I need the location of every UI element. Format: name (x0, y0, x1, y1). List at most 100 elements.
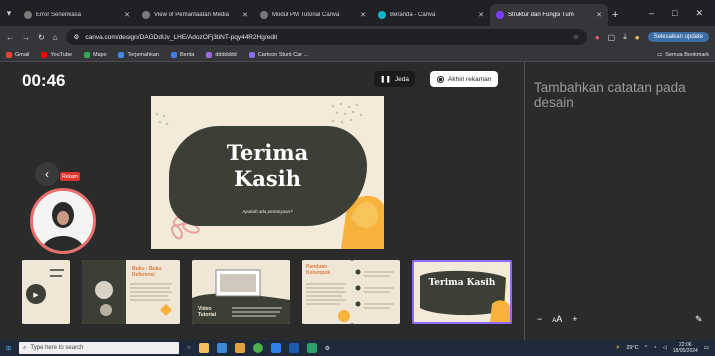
slide-title-line1: Terima (226, 140, 309, 165)
browser-tab-3[interactable]: Modul PM Tutorial Canva ✕ (254, 4, 372, 26)
tab-close-icon[interactable]: ✕ (478, 11, 484, 19)
weather-text: 29°C (626, 345, 639, 351)
word-icon[interactable] (288, 343, 299, 353)
stop-icon (437, 75, 444, 83)
bookmark-label: ddddddd (215, 51, 237, 58)
mail-icon[interactable] (234, 343, 245, 353)
bookmark-favicon-icon (248, 51, 255, 58)
camera-avatar (30, 188, 96, 254)
thumbnail-4-title: Panduan Kelompok (306, 264, 331, 276)
bookmark-6[interactable]: ddddddd (206, 51, 237, 58)
tab-title: View of Pemanfaatan Media (154, 12, 229, 18)
bookmark-5[interactable]: Berita (170, 51, 195, 58)
task-view-icon[interactable]: ○ (187, 345, 191, 351)
home-icon[interactable]: ⌂ (53, 33, 58, 42)
network-icon[interactable]: ◔ (653, 345, 656, 351)
browser-tab-4[interactable]: Beranda - Canva ✕ (372, 4, 490, 26)
close-window-icon[interactable]: ✕ (695, 8, 703, 19)
slide-thumbnails: ▶ Buku - Buku Referensi Video Tutorial P… (22, 260, 522, 324)
url-field[interactable]: ⚙ canva.com/design/DAGDdUv_LHE/AdozOFj3t… (65, 29, 587, 45)
zoom-out-button[interactable]: − (537, 314, 542, 324)
edge-icon[interactable] (270, 343, 281, 353)
download-icon[interactable]: ⤓ (623, 32, 627, 42)
extension-icon[interactable]: ● (595, 33, 600, 42)
tab-close-icon[interactable]: ✕ (124, 11, 130, 19)
browser-tab-5[interactable]: Struktur dan Fungsi Tum ✕ (490, 4, 608, 26)
bookmark-favicon-icon (41, 51, 48, 58)
tab-favicon-icon (378, 11, 386, 19)
tab-favicon-icon (260, 11, 268, 19)
tab-close-icon[interactable]: ✕ (360, 11, 366, 19)
clock[interactable]: 22:06 18/05/2024 (673, 342, 698, 354)
minimize-icon[interactable]: – (649, 8, 654, 18)
edit-notes-icon[interactable]: ✎ (695, 314, 709, 326)
tab-close-icon[interactable]: ✕ (596, 11, 602, 19)
zoom-in-button[interactable]: + (572, 314, 577, 324)
tab-title: Beranda - Canva (390, 12, 436, 18)
bookmark-label: Gmail (15, 51, 30, 58)
thumbnail-3[interactable]: Video Tutorial (192, 260, 290, 324)
svg-text:▶: ▶ (33, 291, 39, 299)
browser-tab-1[interactable]: Error Senenkasa ✕ (18, 4, 136, 26)
bookmark-favicon-icon (170, 51, 177, 58)
bookmark-1[interactable]: Gmail (6, 51, 30, 58)
notification-icon[interactable]: ▭ (704, 345, 709, 351)
tab-favicon-icon (496, 11, 504, 19)
tray-arrow-icon[interactable]: ^ (645, 345, 648, 351)
pause-icon: ❚❚ (380, 76, 391, 83)
profile-icon[interactable]: ● (635, 33, 640, 42)
bookmark-label: Maps (93, 51, 107, 58)
windows-start-icon[interactable]: ⊞ (6, 345, 11, 352)
thumbnail-1[interactable]: ▶ (22, 260, 70, 324)
thumbnail-6-selected[interactable]: Terima Kasih (412, 260, 512, 324)
end-recording-label: Akhiri rekaman (448, 75, 492, 83)
back-icon[interactable]: ← (6, 33, 14, 42)
text-size-icon: AA (552, 314, 563, 324)
bookmark-star-icon[interactable]: ☆ (573, 33, 579, 41)
pause-button[interactable]: ❚❚ Jeda (374, 71, 416, 87)
bookmark-4[interactable]: Terjemahkan (118, 51, 159, 58)
bookmark-7[interactable]: Cartoon Stunt Car ... (248, 51, 308, 58)
bookmark-favicon-icon (84, 51, 90, 58)
site-info-icon[interactable]: ⚙ (74, 33, 80, 41)
forward-icon[interactable]: → (22, 33, 30, 42)
notes-placeholder[interactable]: Tambahkan catatan pada desain (534, 80, 710, 110)
browser-tab-2[interactable]: View of Pemanfaatan Media ✕ (136, 4, 254, 26)
taskbar-search[interactable]: ⌕ Type here to search (19, 342, 180, 354)
volume-icon[interactable]: ◁ (663, 345, 667, 351)
notes-panel: Tambahkan catatan pada desain − AA + ✎ (524, 62, 715, 340)
reload-icon[interactable]: ↻ (38, 33, 45, 42)
recording-stage: 00:46 ❚❚ Jeda Akhiri rekaman Terima Kasi… (0, 62, 524, 340)
store-icon[interactable] (216, 343, 227, 353)
bookmark-3[interactable]: Maps (84, 51, 107, 58)
settings-icon[interactable]: ⚙ (325, 345, 330, 352)
all-bookmarks[interactable]: ▭ Semua Bookmark (657, 52, 709, 58)
chrome-icon[interactable] (252, 343, 263, 353)
collapse-camera-button[interactable]: ‹ (35, 162, 59, 186)
thumbnail-2[interactable]: Buku - Buku Referensi (82, 260, 180, 324)
bookmark-label: YouTube (50, 51, 72, 58)
end-recording-button[interactable]: Akhiri rekaman (430, 71, 499, 87)
bookmark-2[interactable]: YouTube (41, 51, 72, 58)
browser-tab-bar: ▾ Error Senenkasa ✕ View of Pemanfaatan Me… (0, 0, 715, 26)
thumbnail-3-title: Video Tutorial (198, 306, 216, 318)
tab-close-icon[interactable]: ✕ (242, 11, 248, 19)
thumbnail-5[interactable] (352, 260, 400, 324)
bookmark-label: Berita (179, 51, 195, 58)
thumbnail-4[interactable]: Panduan Kelompok (302, 260, 352, 324)
weather-icon: ☀ (615, 345, 621, 351)
extensions-icon[interactable]: ▢ (608, 33, 616, 42)
maximize-icon[interactable]: □ (672, 8, 677, 18)
slide-subtitle: Apakah ada pertanyaan? (242, 209, 293, 214)
update-button[interactable]: Selesaikan update (647, 32, 709, 42)
url-text: canva.com/design/DAGDdUv_LHE/AdozOFj3tiN… (85, 33, 278, 41)
thumbnail-2-title: Buku - Buku Referensi (132, 266, 162, 278)
tab-favicon-icon (142, 11, 150, 19)
bookmark-favicon-icon (206, 51, 213, 58)
recording-timer: 00:46 (22, 71, 66, 90)
file-explorer-icon[interactable] (198, 343, 209, 353)
app-icon[interactable] (306, 343, 317, 353)
tab-search-icon[interactable]: ▾ (0, 0, 18, 26)
new-tab-button[interactable]: + (612, 9, 618, 21)
tab-favicon-icon (24, 11, 32, 19)
